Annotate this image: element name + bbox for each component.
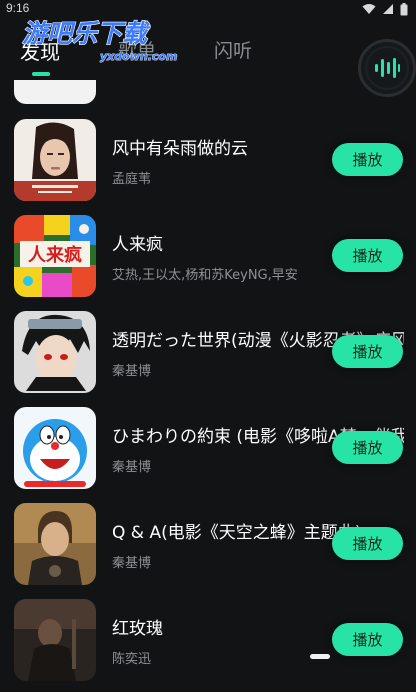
battery-icon: [400, 3, 408, 16]
partial-album-cover: [14, 80, 96, 104]
song-artist: 秦基博: [112, 460, 152, 475]
song-artist: 秦基博: [112, 364, 152, 379]
play-button[interactable]: 播放: [332, 623, 403, 656]
portrait-woman-cover: [14, 119, 96, 201]
svg-text:人来疯: 人来疯: [28, 244, 82, 266]
song-row[interactable]: 风中有朵雨做的云 孟庭苇 播放: [0, 116, 416, 212]
album-cover: 人来疯: [14, 215, 96, 297]
play-button[interactable]: 播放: [332, 143, 403, 176]
album-cover: [14, 119, 96, 201]
tab-playlists[interactable]: 歌单: [118, 36, 156, 63]
colorful-graffiti-cover: 人来疯: [14, 215, 96, 297]
status-icons: [362, 3, 408, 16]
play-button[interactable]: 播放: [332, 239, 403, 272]
song-row[interactable]: 人来疯 人来疯 艾热,王以太,杨和苏KeyNG,早安 播放: [0, 212, 416, 308]
album-cover: [14, 407, 96, 489]
song-row[interactable]: Q & A(电影《天空之蜂》主题曲) 秦基博 播放: [0, 500, 416, 596]
album-cover: [14, 503, 96, 585]
tab-flash-listen[interactable]: 闪听: [214, 36, 252, 63]
status-time: 9:16: [6, 1, 30, 15]
song-row[interactable]: ひまわりの約束 (电影《哆啦A梦：伴我同行》主题曲) 秦基博 播放: [0, 404, 416, 500]
song-row[interactable]: 透明だった世界(动漫《火影忍者》疾风传》片尾曲) 秦基博 播放: [0, 308, 416, 404]
signal-icon: [383, 4, 393, 14]
status-bar: 9:16: [0, 0, 416, 22]
dark-stage-cover: [14, 599, 96, 681]
song-row[interactable]: 红玫瑰 陈奕迅 播放: [0, 596, 416, 692]
anime-character-cover: [14, 311, 96, 393]
wifi-icon: [362, 4, 376, 14]
top-tabs: 发现 歌单 闪听: [0, 36, 340, 86]
album-cover: [14, 599, 96, 681]
man-portrait-cover: [14, 503, 96, 585]
song-artist: 孟庭苇: [112, 172, 152, 187]
player-ring: [365, 46, 409, 90]
now-playing-button[interactable]: [358, 39, 416, 97]
song-artist: 秦基博: [112, 556, 152, 571]
album-cover: [14, 311, 96, 393]
song-list: 风中有朵雨做的云 孟庭苇 播放 人来疯 人来疯 艾热,王以太,杨和苏KeyNG,…: [0, 116, 416, 692]
active-tab-indicator: [32, 72, 50, 76]
song-artist: 陈奕迅: [112, 652, 152, 667]
doraemon-cover: [14, 407, 96, 489]
play-button[interactable]: 播放: [332, 431, 403, 464]
tab-discover[interactable]: 发现: [20, 36, 60, 65]
song-artist: 艾热,王以太,杨和苏KeyNG,早安: [112, 268, 298, 283]
home-indicator: [310, 654, 330, 659]
play-button[interactable]: 播放: [332, 335, 403, 368]
play-button[interactable]: 播放: [332, 527, 403, 560]
